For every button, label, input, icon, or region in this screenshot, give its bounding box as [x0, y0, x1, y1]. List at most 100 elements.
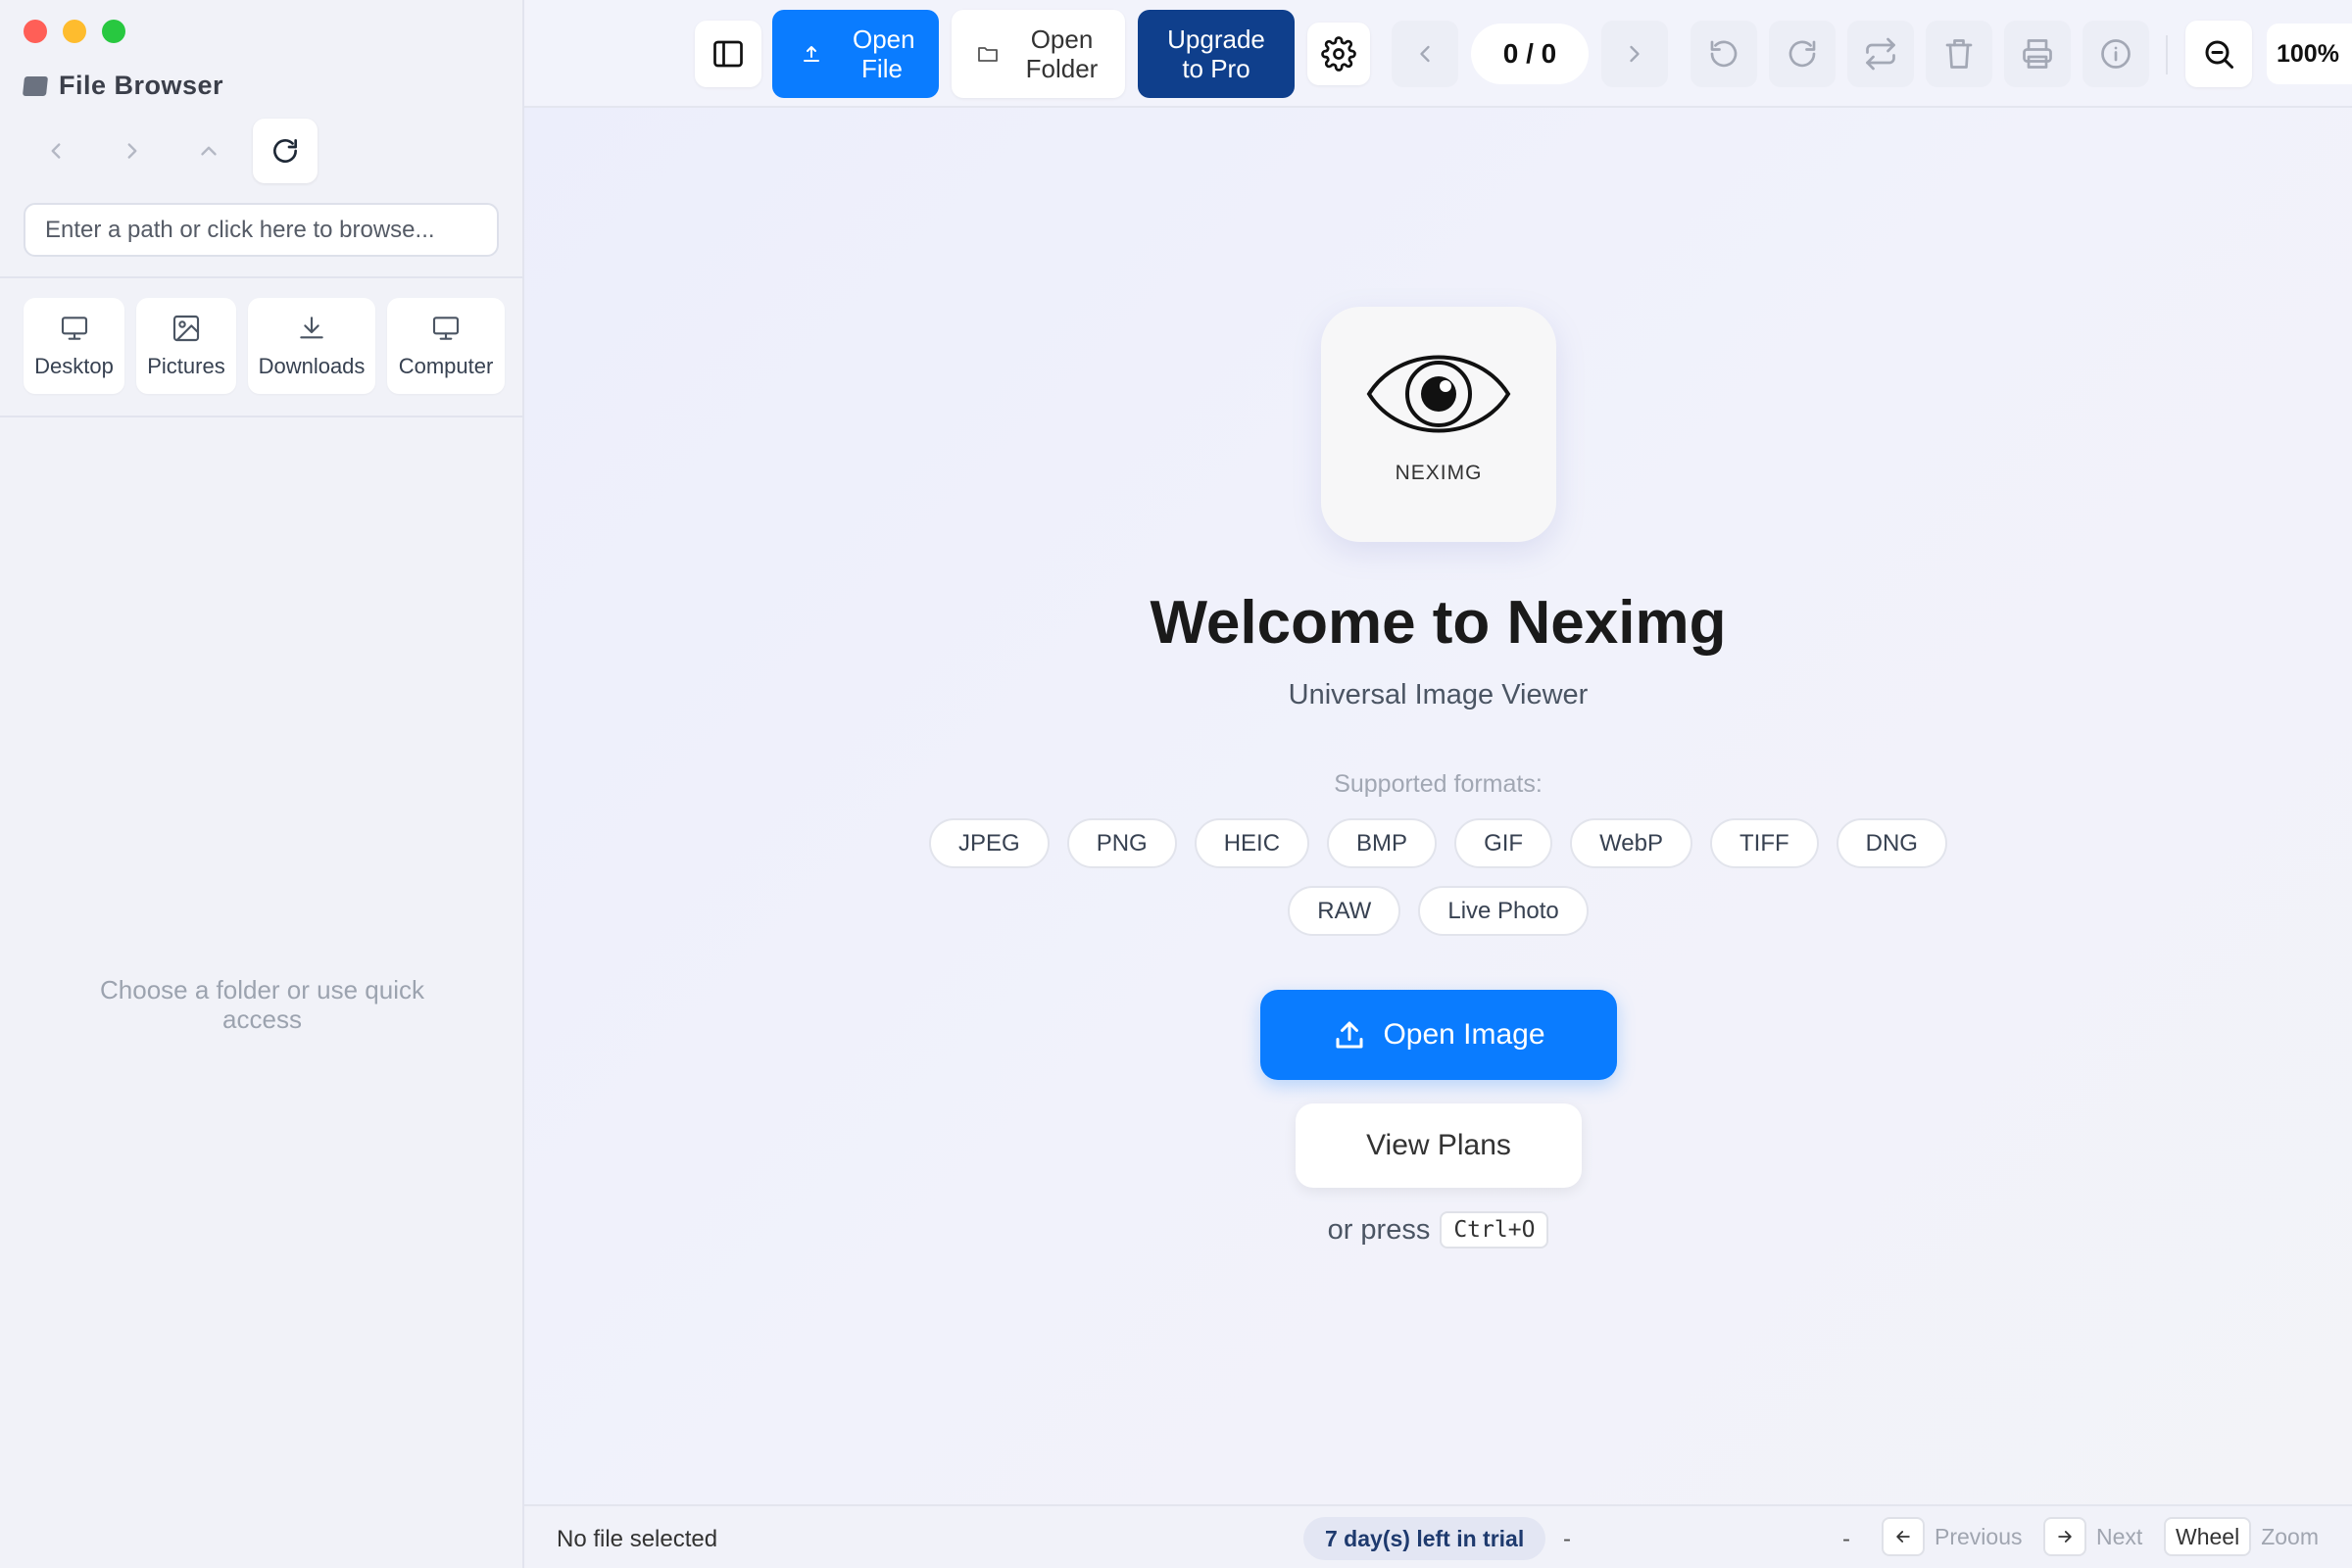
upload-icon	[1336, 1021, 1363, 1049]
chevron-left-icon	[51, 143, 61, 159]
toggle-sidebar-button[interactable]	[695, 21, 761, 87]
window-controls	[24, 20, 125, 43]
previous-image-button[interactable]	[1392, 21, 1458, 87]
quick-access-downloads[interactable]: Downloads	[248, 298, 375, 394]
rotate-left-icon	[1710, 40, 1738, 68]
sidebar-title: File Browser	[22, 71, 224, 101]
previous-hint-label: Previous	[1935, 1523, 2023, 1549]
up-folder-button[interactable]	[176, 119, 241, 183]
quick-access-label: Computer	[398, 354, 494, 378]
format-chip: PNG	[1066, 818, 1177, 868]
pictures-icon	[172, 315, 200, 342]
next-hint-label: Next	[2096, 1523, 2143, 1549]
sidebar-toggle-icon	[713, 40, 743, 68]
chevron-left-icon	[1420, 45, 1430, 63]
zoom-out-icon	[2205, 40, 2233, 69]
quick-access-label: Downloads	[258, 354, 366, 378]
folder-icon	[22, 75, 49, 96]
open-file-button[interactable]: Open File	[772, 10, 939, 98]
shortcut-hint-text: or press	[1327, 1213, 1431, 1246]
sidebar-title-label: File Browser	[59, 71, 224, 100]
sidebar-empty-message: Choose a folder or use quick access	[100, 975, 424, 1034]
desktop-icon	[61, 317, 87, 340]
flip-icon	[1866, 37, 1895, 71]
quick-access-desktop[interactable]: Desktop	[24, 298, 124, 394]
forward-button[interactable]	[100, 119, 165, 183]
folder-icon	[977, 47, 998, 62]
status-dash: -	[1563, 1526, 1571, 1552]
file-status: No file selected	[557, 1526, 718, 1552]
format-chips: JPEG PNG HEIC BMP GIF WebP TIFF DNG RAW …	[921, 818, 1955, 936]
file-browser-sidebar: File Browser Desktop	[0, 0, 524, 1568]
sidebar-divider	[0, 416, 524, 417]
chevron-right-icon	[127, 143, 137, 159]
shortcut-key: Ctrl+O	[1440, 1211, 1549, 1249]
arrow-right-icon	[2058, 1531, 2072, 1543]
upgrade-to-pro-button[interactable]: Upgrade to Pro	[1138, 10, 1295, 98]
chevron-right-icon	[1630, 45, 1640, 63]
view-plans-button[interactable]: View Plans	[1296, 1103, 1582, 1188]
status-bar: No file selected 7 day(s) left in trial …	[524, 1504, 2352, 1568]
info-icon	[2101, 39, 2131, 69]
path-input[interactable]	[24, 203, 499, 257]
rotate-left-button[interactable]	[1690, 21, 1757, 87]
welcome-title: Welcome to Neximg	[1150, 589, 1727, 657]
app-window: File Browser Desktop	[0, 0, 2352, 1568]
wheel-key: Wheel	[2164, 1517, 2252, 1556]
flip-button[interactable]	[1847, 21, 1914, 87]
app-logo: NEXIMG	[1321, 307, 1556, 542]
chevron-up-icon	[201, 146, 217, 156]
info-button[interactable]	[2082, 21, 2149, 87]
print-button[interactable]	[2004, 21, 2071, 87]
download-icon	[300, 317, 323, 339]
zoom-level: 100%	[2267, 24, 2352, 84]
shortcut-hint: or press Ctrl+O	[524, 1211, 2352, 1249]
left-arrow-key	[1882, 1517, 1925, 1556]
delete-button[interactable]	[1926, 21, 1992, 87]
status-dash: -	[1842, 1526, 1850, 1552]
view-plans-label: View Plans	[1366, 1129, 1511, 1161]
maximize-window-button[interactable]	[102, 20, 125, 43]
format-chip: HEIC	[1194, 818, 1310, 868]
settings-button[interactable]	[1307, 23, 1370, 85]
image-counter: 0 / 0	[1471, 24, 1589, 84]
quick-access-pictures[interactable]: Pictures	[136, 298, 236, 394]
format-chip: Live Photo	[1418, 886, 1589, 936]
zoom-hint-label: Zoom	[2261, 1523, 2319, 1549]
rotate-right-icon	[1788, 40, 1816, 68]
format-chip: RAW	[1288, 886, 1401, 936]
upload-icon	[804, 46, 819, 62]
quick-access-computer[interactable]: Computer	[387, 298, 505, 394]
next-image-button[interactable]	[1601, 21, 1668, 87]
welcome-subtitle: Universal Image Viewer	[1288, 679, 1589, 710]
zoom-hint: Wheel Zoom	[2164, 1517, 2319, 1556]
open-image-button[interactable]: Open Image	[1260, 990, 1617, 1080]
toolbar-separator	[2166, 35, 2168, 74]
format-chip: GIF	[1454, 818, 1553, 868]
format-chip: WebP	[1570, 818, 1692, 868]
logo-text: NEXIMG	[1395, 462, 1483, 484]
gear-icon	[1321, 36, 1356, 72]
toolbar: Open File Open Folder Upgrade to Pro 0 /…	[524, 0, 2352, 108]
back-button[interactable]	[24, 119, 88, 183]
format-chip: TIFF	[1709, 818, 1819, 868]
previous-hint: Previous	[1882, 1517, 2022, 1556]
printer-icon	[2023, 39, 2052, 69]
upgrade-label: Upgrade to Pro	[1167, 24, 1265, 83]
eye-icon	[1366, 355, 1511, 433]
minimize-window-button[interactable]	[63, 20, 86, 43]
close-window-button[interactable]	[24, 20, 47, 43]
format-chip: BMP	[1327, 818, 1438, 868]
refresh-button[interactable]	[253, 119, 318, 183]
format-chip: DNG	[1836, 818, 1947, 868]
quick-access: Desktop Pictures Downloads Computer	[24, 298, 505, 394]
sidebar-navigation	[24, 119, 318, 183]
format-chip: JPEG	[929, 818, 1050, 868]
computer-icon	[432, 317, 460, 340]
trial-badge[interactable]: 7 day(s) left in trial	[1303, 1517, 1546, 1560]
rotate-right-button[interactable]	[1769, 21, 1836, 87]
open-folder-label: Open Folder	[1025, 24, 1099, 83]
open-folder-button[interactable]: Open Folder	[952, 10, 1125, 98]
next-hint: Next	[2043, 1517, 2142, 1556]
zoom-out-button[interactable]	[2185, 21, 2252, 87]
